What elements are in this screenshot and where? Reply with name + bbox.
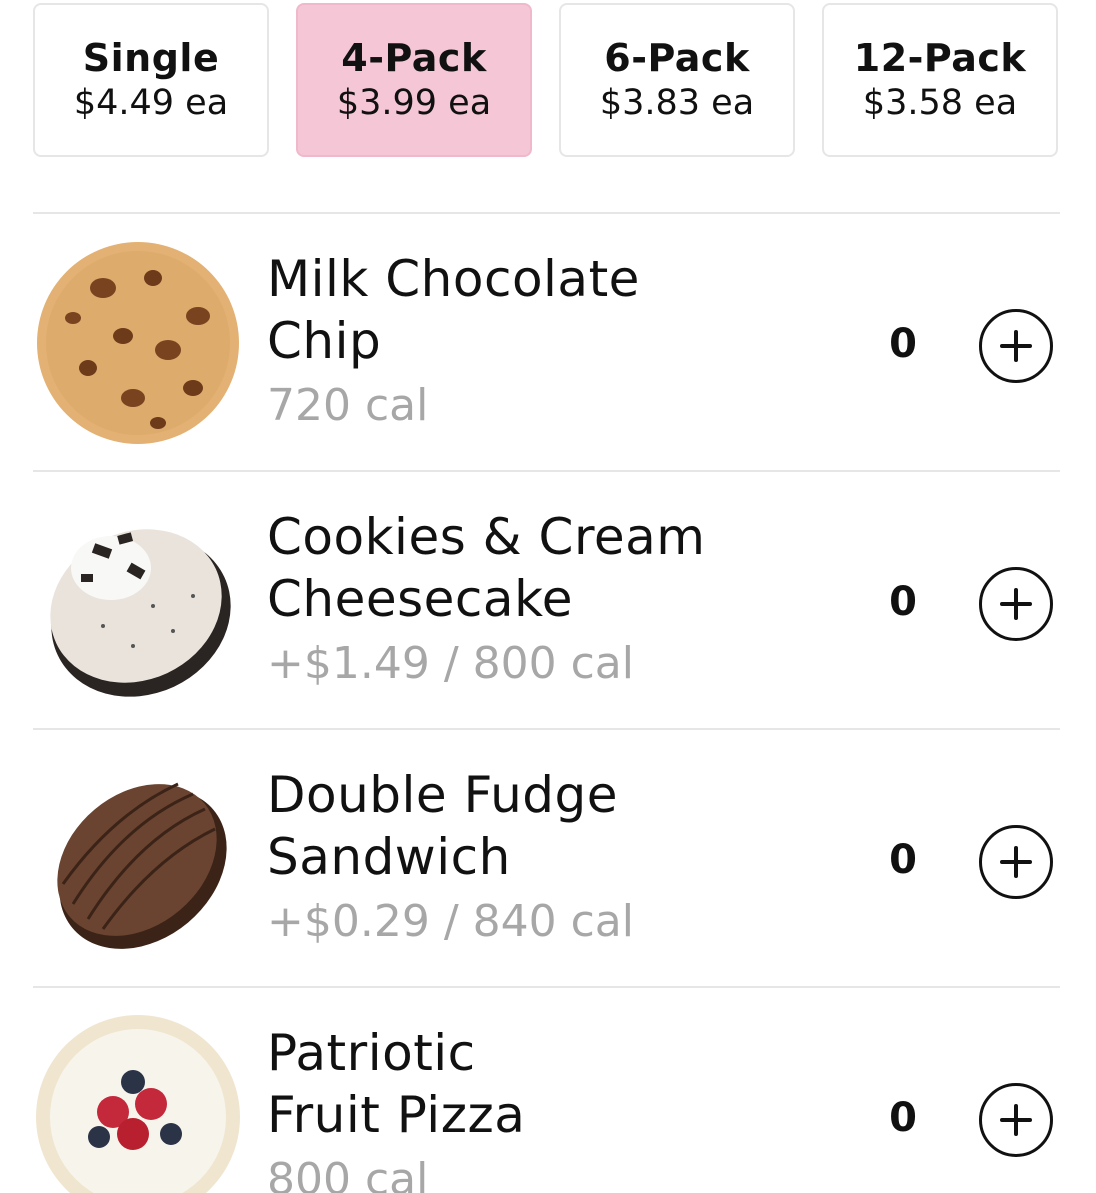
plus-icon bbox=[1000, 1104, 1032, 1136]
cookie-list: Milk Chocolate Chip 720 cal 0 Cookies & … bbox=[33, 212, 1060, 1193]
add-item-button[interactable] bbox=[979, 1083, 1053, 1157]
pack-option-6-pack[interactable]: 6-Pack $3.83 ea bbox=[559, 3, 795, 157]
pack-option-4-pack[interactable]: 4-Pack $3.99 ea bbox=[296, 3, 532, 157]
pack-option-single[interactable]: Single $4.49 ea bbox=[33, 3, 269, 157]
cookies-and-cream-cheesecake-image bbox=[33, 496, 243, 706]
pack-price: $4.49 ea bbox=[73, 83, 229, 123]
item-name-line-2: Chip bbox=[267, 312, 382, 370]
plus-icon bbox=[1000, 846, 1032, 878]
item-name-line-1: Milk Chocolate bbox=[267, 250, 640, 308]
item-name-line-1: Patriotic bbox=[267, 1024, 476, 1082]
item-price-calories: +$0.29 / 840 cal bbox=[267, 896, 634, 947]
item-quantity: 0 bbox=[889, 321, 917, 367]
item-price-calories: +$1.49 / 800 cal bbox=[267, 638, 634, 689]
item-name-line-2: Sandwich bbox=[267, 828, 511, 886]
cookie-menu-page: Single $4.49 ea 4-Pack $3.99 ea 6-Pack $… bbox=[0, 0, 1096, 1193]
item-name-line-1: Cookies & Cream bbox=[267, 508, 706, 566]
item-quantity: 0 bbox=[889, 579, 917, 625]
list-item-double-fudge-sandwich: Double Fudge Sandwich +$0.29 / 840 cal 0 bbox=[33, 728, 1060, 986]
pack-price: $3.83 ea bbox=[599, 83, 755, 123]
item-calories: 800 cal bbox=[267, 1154, 429, 1193]
pack-price: $3.58 ea bbox=[862, 83, 1018, 123]
double-fudge-sandwich-image bbox=[33, 754, 243, 964]
list-item-cookies-and-cream-cheesecake: Cookies & Cream Cheesecake +$1.49 / 800 … bbox=[33, 470, 1060, 728]
add-item-button[interactable] bbox=[979, 567, 1053, 641]
item-name-line-2: Cheesecake bbox=[267, 570, 574, 628]
item-quantity: 0 bbox=[889, 1095, 917, 1141]
plus-icon bbox=[1000, 588, 1032, 620]
item-name-line-1: Double Fudge bbox=[267, 766, 619, 824]
item-info: Double Fudge Sandwich +$0.29 / 840 cal bbox=[267, 764, 827, 954]
pack-name: 12-Pack bbox=[853, 36, 1027, 80]
pack-name: Single bbox=[82, 36, 220, 80]
list-item-patriotic-fruit-pizza: Patriotic Fruit Pizza 800 cal 0 bbox=[33, 986, 1060, 1193]
item-quantity: 0 bbox=[889, 837, 917, 883]
milk-chocolate-chip-cookie-image bbox=[33, 238, 243, 448]
item-name-line-2: Fruit Pizza bbox=[267, 1086, 526, 1144]
pack-option-12-pack[interactable]: 12-Pack $3.58 ea bbox=[822, 3, 1058, 157]
patriotic-fruit-pizza-image bbox=[33, 1012, 243, 1193]
item-info: Cookies & Cream Cheesecake +$1.49 / 800 … bbox=[267, 506, 827, 696]
pack-name: 4-Pack bbox=[341, 36, 487, 80]
item-info: Patriotic Fruit Pizza 800 cal bbox=[267, 1022, 827, 1193]
item-info: Milk Chocolate Chip 720 cal bbox=[267, 248, 827, 438]
pack-price: $3.99 ea bbox=[336, 83, 492, 123]
list-item-milk-chocolate-chip: Milk Chocolate Chip 720 cal 0 bbox=[33, 212, 1060, 470]
add-item-button[interactable] bbox=[979, 825, 1053, 899]
item-calories: 720 cal bbox=[267, 380, 429, 431]
pack-name: 6-Pack bbox=[604, 36, 750, 80]
pack-size-selector: Single $4.49 ea 4-Pack $3.99 ea 6-Pack $… bbox=[33, 3, 1060, 161]
plus-icon bbox=[1000, 330, 1032, 362]
add-item-button[interactable] bbox=[979, 309, 1053, 383]
